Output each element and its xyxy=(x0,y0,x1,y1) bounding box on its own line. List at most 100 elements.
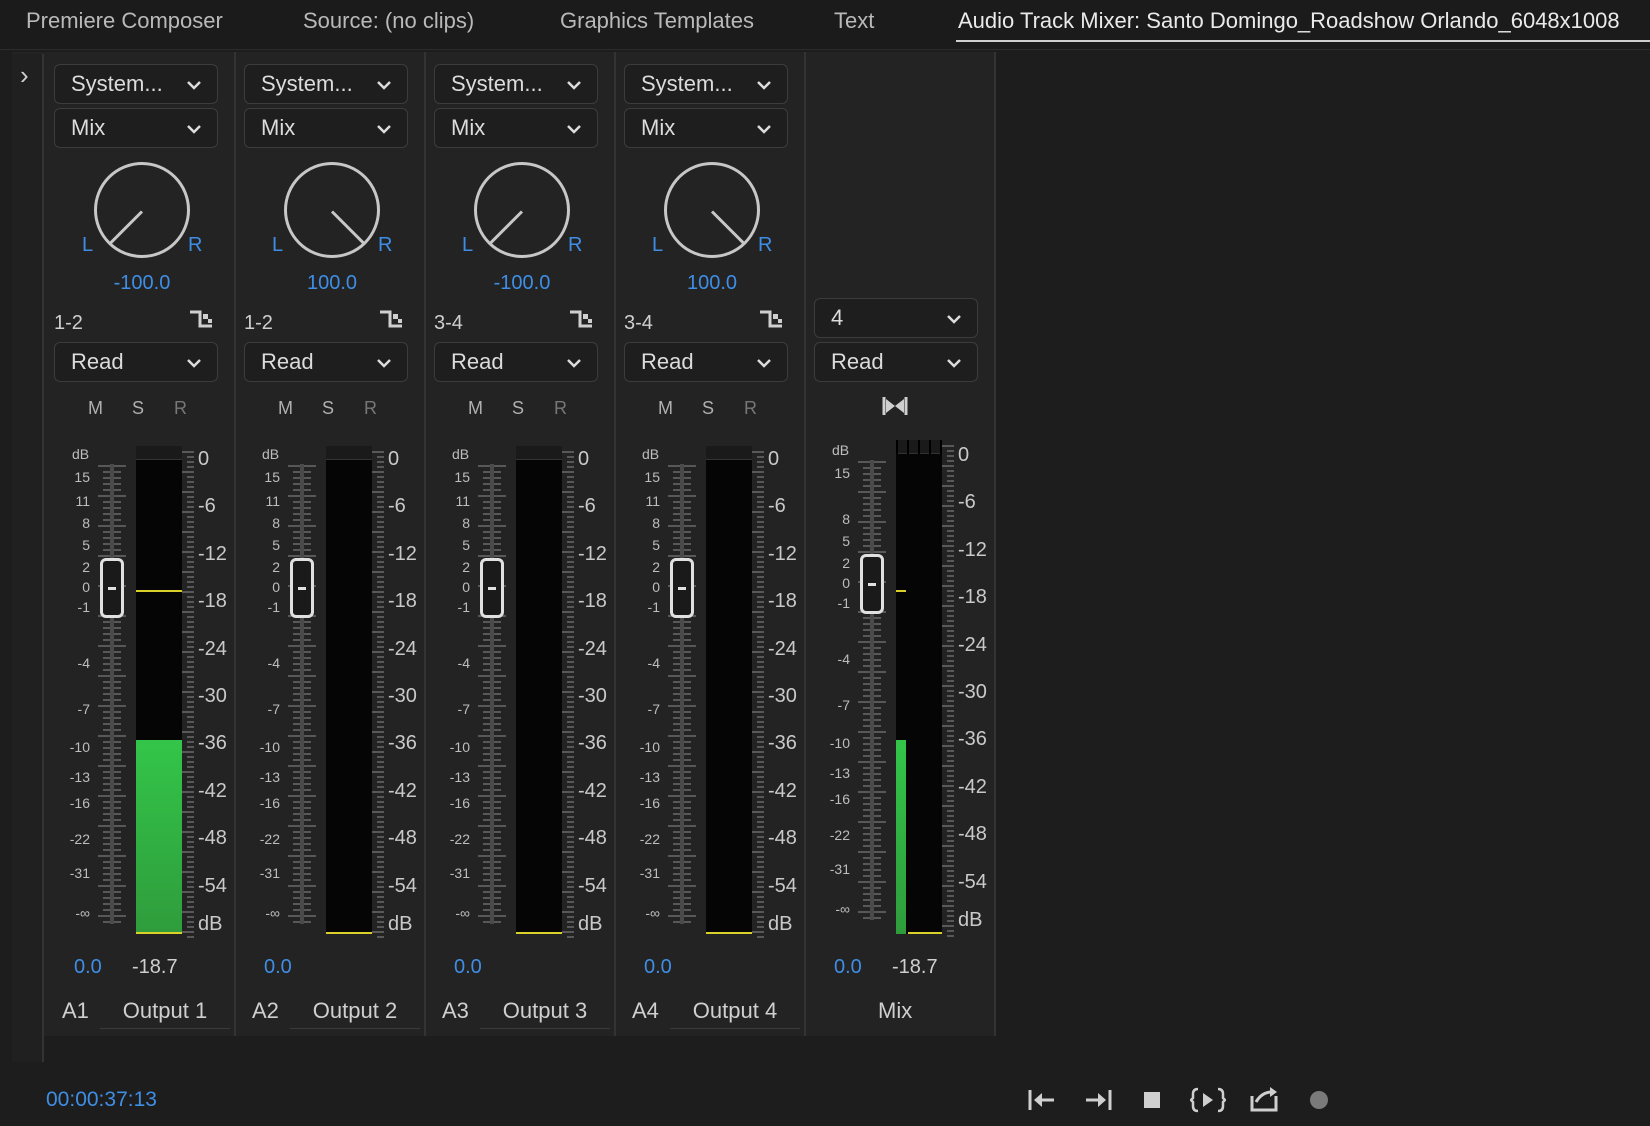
meter-scale-label: -42 xyxy=(768,779,797,802)
chevron-down-icon xyxy=(567,125,581,134)
input-dropdown[interactable]: System... xyxy=(624,64,788,104)
automation-mode-dropdown[interactable]: Read xyxy=(54,342,218,382)
meter-ticks xyxy=(372,450,384,938)
volume-value[interactable]: 0.0 xyxy=(264,956,292,979)
solo-button[interactable]: S xyxy=(322,398,334,419)
solo-button[interactable]: S xyxy=(512,398,524,419)
track-name[interactable]: A4 xyxy=(632,998,659,1024)
fader-scale-label: -∞ xyxy=(835,901,850,917)
tab-graphics-templates[interactable]: Graphics Templates xyxy=(560,6,754,36)
fader-scale-label: -13 xyxy=(69,769,90,785)
timecode[interactable]: 00:00:37:13 xyxy=(46,1088,157,1112)
input-value: System... xyxy=(641,71,733,96)
channel-routing: 1-2 xyxy=(54,312,83,334)
record-enable-button[interactable]: R xyxy=(364,398,377,419)
record-enable-button[interactable]: R xyxy=(554,398,567,419)
tab-premiere-composer[interactable]: Premiere Composer xyxy=(26,6,223,36)
master-automation-dropdown[interactable]: Read xyxy=(814,342,978,382)
automation-mode-value: Read xyxy=(641,349,694,374)
fader-scale-label: -31 xyxy=(259,865,280,881)
pan-value[interactable]: 100.0 xyxy=(632,272,792,295)
effect-dropdown[interactable]: Mix xyxy=(434,108,598,148)
tab-audio-track-mixer[interactable]: Audio Track Mixer: Santo Domingo_Roadsho… xyxy=(958,6,1620,36)
loop-icon[interactable] xyxy=(1246,1082,1282,1118)
master-volume-fader[interactable] xyxy=(860,554,884,614)
mute-button[interactable]: M xyxy=(278,398,293,419)
effect-dropdown[interactable]: Mix xyxy=(624,108,788,148)
clip-indicator[interactable] xyxy=(136,446,182,460)
track-name[interactable]: A1 xyxy=(62,998,89,1024)
track-name[interactable]: A3 xyxy=(442,998,469,1024)
fader-scale-label: 11 xyxy=(75,493,90,509)
effect-dropdown[interactable]: Mix xyxy=(54,108,218,148)
chevron-down-icon xyxy=(757,81,771,90)
track-output-icon[interactable] xyxy=(758,308,784,332)
input-dropdown[interactable]: System... xyxy=(54,64,218,104)
mono-stereo-toggle-icon[interactable] xyxy=(882,394,908,418)
volume-value[interactable]: 0.0 xyxy=(644,956,672,979)
pan-right-label: R xyxy=(188,234,203,256)
record-enable-button[interactable]: R xyxy=(744,398,757,419)
meter-scale-label: -24 xyxy=(198,637,227,660)
pan-knob[interactable] xyxy=(94,162,190,258)
tab-source[interactable]: Source: (no clips) xyxy=(303,6,474,36)
pan-knob[interactable] xyxy=(284,162,380,258)
clip-indicator[interactable] xyxy=(896,440,942,454)
meter-level-fill xyxy=(136,740,182,934)
input-dropdown[interactable]: System... xyxy=(244,64,408,104)
go-to-in-icon[interactable] xyxy=(1024,1082,1060,1118)
volume-fader[interactable] xyxy=(100,558,124,618)
record-icon[interactable] xyxy=(1300,1082,1336,1118)
fader-scale-label: -10 xyxy=(829,735,850,751)
track-output-icon[interactable] xyxy=(188,308,214,332)
fader-scale-label: -10 xyxy=(449,739,470,755)
meter-ticks xyxy=(752,450,764,938)
fader-scale-label: -7 xyxy=(837,697,850,713)
input-dropdown[interactable]: System... xyxy=(434,64,598,104)
pan-value[interactable]: -100.0 xyxy=(62,272,222,295)
solo-button[interactable]: S xyxy=(702,398,714,419)
automation-mode-dropdown[interactable]: Read xyxy=(624,342,788,382)
master-channels-dropdown[interactable]: 4 xyxy=(814,298,978,338)
master-channels-value: 4 xyxy=(831,305,844,330)
fader-scale-label: -∞ xyxy=(645,905,660,921)
meter-scale-label: -12 xyxy=(388,542,417,565)
volume-value[interactable]: 0.0 xyxy=(454,956,482,979)
volume-fader[interactable] xyxy=(480,558,504,618)
track-output-icon[interactable] xyxy=(378,308,404,332)
effects-disclosure[interactable]: › xyxy=(12,54,44,1062)
effect-dropdown[interactable]: Mix xyxy=(244,108,408,148)
pan-value[interactable]: -100.0 xyxy=(442,272,602,295)
track-output-icon[interactable] xyxy=(568,308,594,332)
master-volume-value[interactable]: 0.0 xyxy=(834,956,862,979)
mute-button[interactable]: M xyxy=(468,398,483,419)
fader-scale-label: 2 xyxy=(462,559,470,575)
pan-knob[interactable] xyxy=(664,162,760,258)
fader-scale-label: 8 xyxy=(842,511,850,527)
chevron-down-icon xyxy=(947,359,961,368)
clip-indicator[interactable] xyxy=(516,446,562,460)
fader-ticks xyxy=(478,464,490,924)
stop-icon[interactable] xyxy=(1134,1082,1170,1118)
pan-knob[interactable] xyxy=(474,162,570,258)
record-enable-button[interactable]: R xyxy=(174,398,187,419)
clip-indicator[interactable] xyxy=(706,446,752,460)
tab-text[interactable]: Text xyxy=(834,6,874,36)
fader-scale-label: -13 xyxy=(639,769,660,785)
volume-value[interactable]: 0.0 xyxy=(74,956,102,979)
go-to-out-icon[interactable] xyxy=(1080,1082,1116,1118)
fader-scale-label: 0 xyxy=(272,579,280,595)
automation-mode-dropdown[interactable]: Read xyxy=(244,342,408,382)
clip-indicator[interactable] xyxy=(326,446,372,460)
automation-mode-dropdown[interactable]: Read xyxy=(434,342,598,382)
play-in-to-out-icon[interactable] xyxy=(1189,1082,1227,1118)
mute-button[interactable]: M xyxy=(88,398,103,419)
volume-fader[interactable] xyxy=(670,558,694,618)
mute-button[interactable]: M xyxy=(658,398,673,419)
volume-fader[interactable] xyxy=(290,558,314,618)
meter-scale-label: 0 xyxy=(578,448,590,470)
pan-value[interactable]: 100.0 xyxy=(252,272,412,295)
track-name[interactable]: A2 xyxy=(252,998,279,1024)
solo-button[interactable]: S xyxy=(132,398,144,419)
pan-needle xyxy=(710,210,746,246)
